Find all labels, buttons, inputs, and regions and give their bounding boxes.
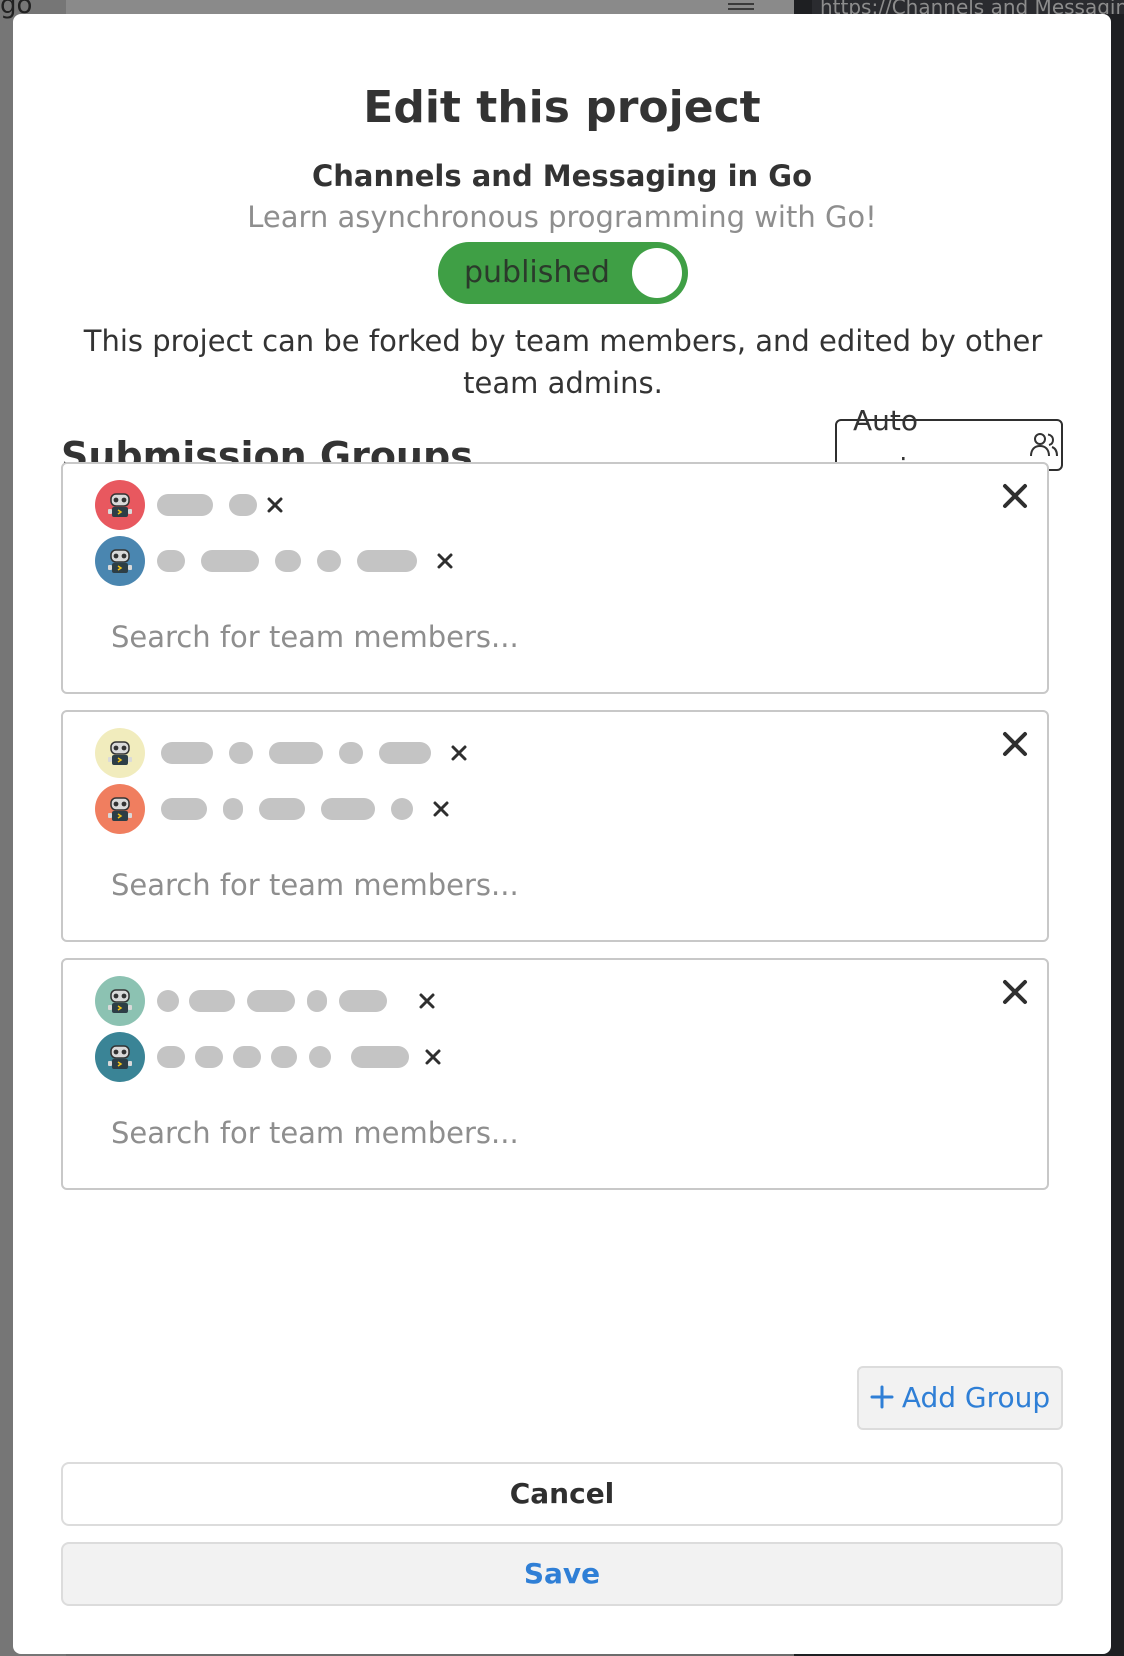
robot-icon xyxy=(95,536,145,586)
search-team-members-input[interactable] xyxy=(111,614,991,660)
remove-group-close-icon[interactable] xyxy=(997,974,1033,1010)
toggle-knob xyxy=(632,248,682,298)
group-member xyxy=(95,536,457,586)
plus-icon xyxy=(870,1368,894,1428)
remove-group-close-icon[interactable] xyxy=(997,726,1033,762)
remove-member-icon[interactable] xyxy=(263,493,287,517)
add-group-label: Add Group xyxy=(901,1381,1051,1414)
group-member xyxy=(95,480,287,530)
member-name-redacted xyxy=(157,494,263,516)
member-name-redacted xyxy=(161,742,447,764)
member-name-redacted xyxy=(161,798,429,820)
users-icon xyxy=(1029,429,1061,461)
save-button[interactable]: Save xyxy=(61,1542,1063,1606)
project-description: Learn asynchronous programming with Go! xyxy=(247,200,877,234)
member-name-redacted xyxy=(157,1046,421,1068)
search-team-members-input[interactable] xyxy=(111,1110,991,1156)
edit-project-modal: Edit this project Channels and Messaging… xyxy=(13,14,1111,1654)
cancel-button[interactable]: Cancel xyxy=(61,1462,1063,1526)
add-group-button[interactable]: Add Group xyxy=(857,1366,1063,1430)
remove-member-icon[interactable] xyxy=(429,797,453,821)
submission-group xyxy=(61,462,1049,694)
robot-icon xyxy=(95,480,145,530)
menu-icon xyxy=(728,0,754,14)
search-team-members-input[interactable] xyxy=(111,862,991,908)
group-member xyxy=(95,1032,445,1082)
remove-member-icon[interactable] xyxy=(447,741,471,765)
remove-group-close-icon[interactable] xyxy=(997,478,1033,514)
remove-member-icon[interactable] xyxy=(421,1045,445,1069)
member-name-redacted xyxy=(157,550,433,572)
background-url-bar: https://Channels and Messaging xyxy=(812,0,1124,14)
project-name: Channels and Messaging in Go xyxy=(311,159,813,193)
robot-icon xyxy=(95,1032,145,1082)
group-member xyxy=(95,784,453,834)
submission-group xyxy=(61,958,1049,1190)
robot-icon xyxy=(95,976,145,1026)
toggle-label: published xyxy=(464,255,610,290)
member-name-redacted xyxy=(157,990,415,1012)
group-member xyxy=(95,976,439,1026)
robot-icon xyxy=(95,784,145,834)
published-toggle[interactable]: published xyxy=(438,242,688,304)
publish-note: This project can be forked by team membe… xyxy=(83,324,1043,400)
modal-title: Edit this project xyxy=(363,82,761,133)
background-top-bar xyxy=(66,0,794,14)
group-member xyxy=(95,728,471,778)
submission-group xyxy=(61,710,1049,942)
remove-member-icon[interactable] xyxy=(433,549,457,573)
remove-member-icon[interactable] xyxy=(415,989,439,1013)
robot-icon xyxy=(95,728,145,778)
